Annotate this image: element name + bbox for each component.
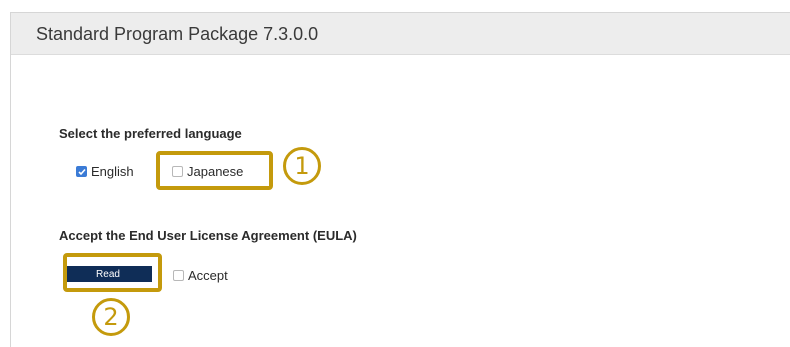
window-title: Standard Program Package 7.3.0.0 bbox=[36, 24, 319, 44]
checkmark-icon bbox=[78, 168, 86, 176]
step-1-marker: 1 bbox=[283, 147, 321, 185]
accept-option[interactable]: Accept bbox=[173, 268, 228, 283]
accept-label: Accept bbox=[188, 268, 228, 283]
eula-section-heading: Accept the End User License Agreement (E… bbox=[59, 228, 357, 243]
english-option[interactable]: English bbox=[76, 164, 134, 179]
window-titlebar: Standard Program Package 7.3.0.0 bbox=[11, 13, 790, 55]
japanese-highlight-box bbox=[156, 151, 273, 190]
installer-window: Standard Program Package 7.3.0.0 bbox=[10, 12, 790, 347]
accept-checkbox[interactable] bbox=[173, 270, 184, 281]
step-2-marker: 2 bbox=[92, 298, 130, 336]
english-label: English bbox=[91, 164, 134, 179]
english-checkbox[interactable] bbox=[76, 166, 87, 177]
read-highlight-box bbox=[63, 253, 162, 292]
language-section-heading: Select the preferred language bbox=[59, 126, 242, 141]
